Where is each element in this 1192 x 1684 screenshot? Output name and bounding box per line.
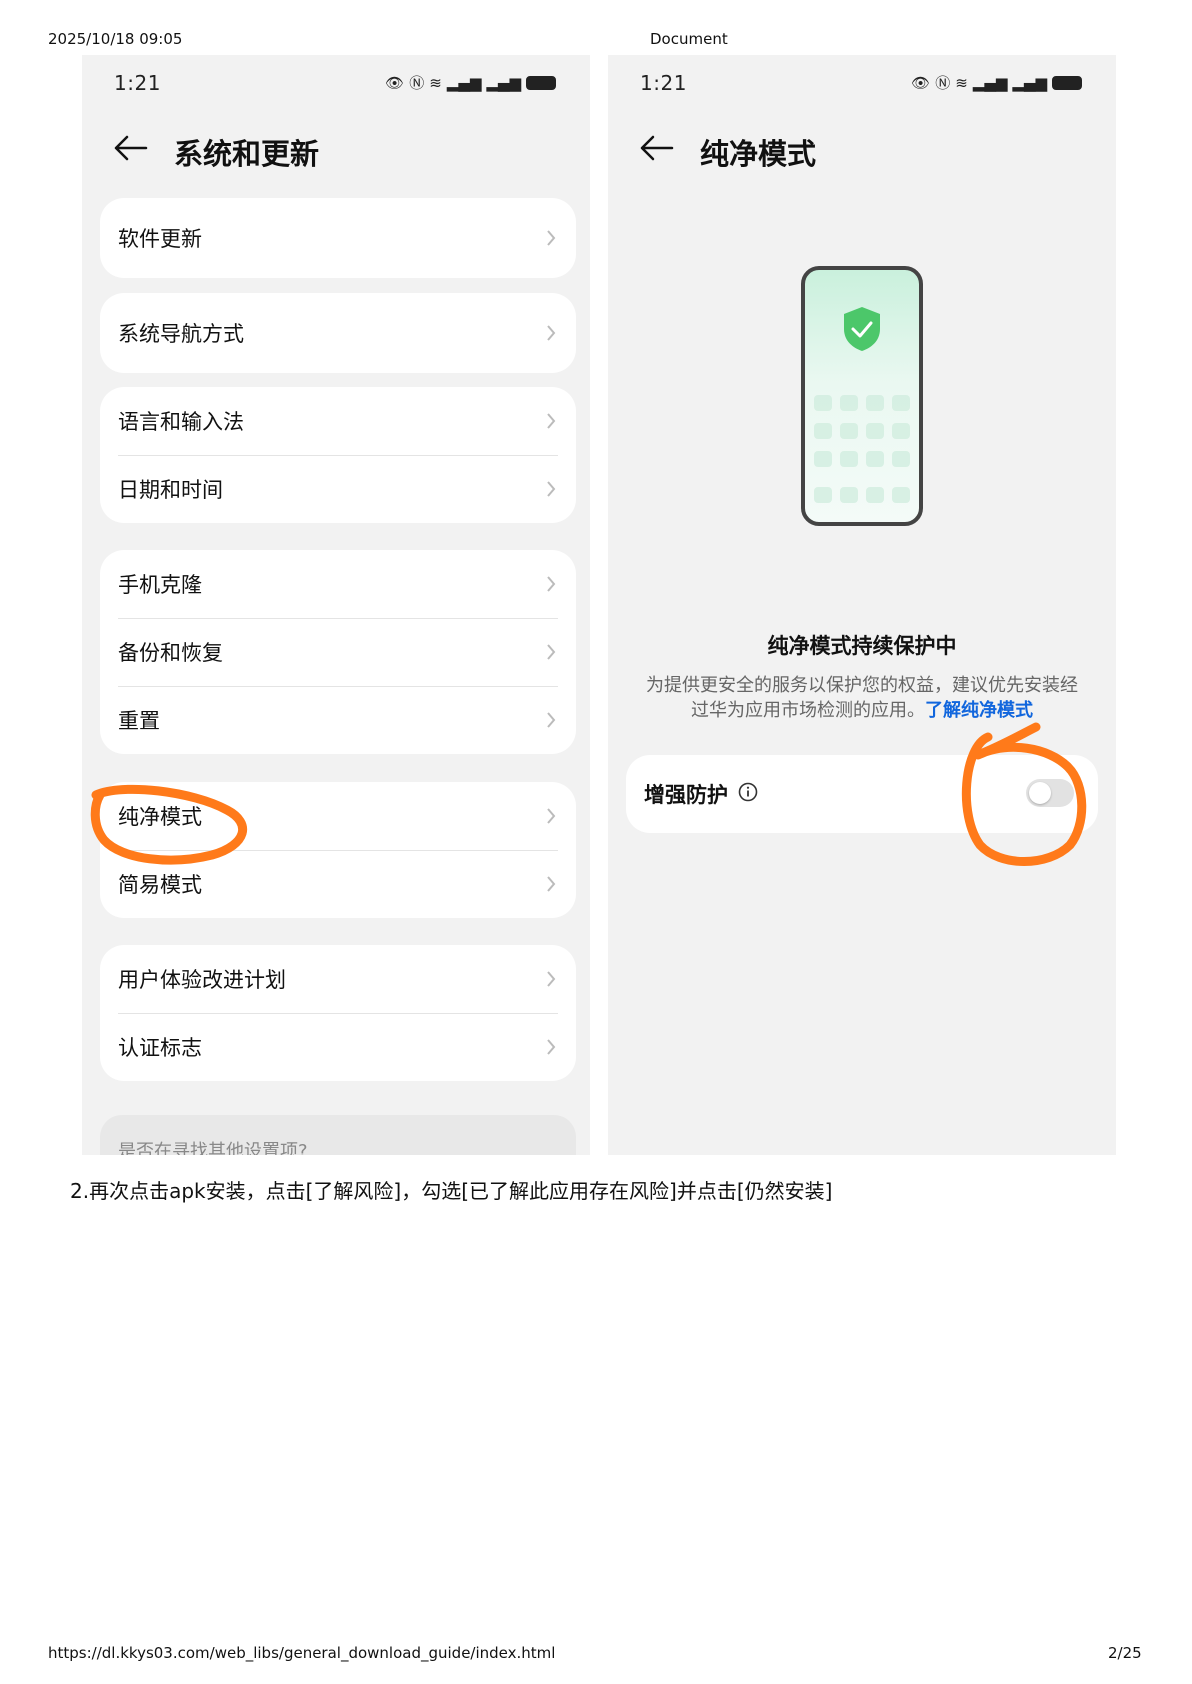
page-number: 2/25 xyxy=(1108,1644,1142,1662)
step-instruction: 2.再次点击apk安装，点击[了解风险]，勾选[已了解此应用存在风险]并点击[仍… xyxy=(70,1179,833,1203)
print-datetime: 2025/10/18 09:05 xyxy=(48,30,183,48)
document-title: Document xyxy=(650,30,728,48)
settings-screenshot: 1:21 👁 Ⓝ ≋ ▂▄▆ ▂▄▆ 系统和更新 软件更新 系统导航方式 语言和… xyxy=(82,55,590,1155)
page-url: https://dl.kkys03.com/web_libs/general_d… xyxy=(48,1644,556,1662)
annotation-circle xyxy=(90,784,248,865)
annotation-circle xyxy=(961,722,1087,866)
pure-mode-screenshot: 1:21 👁 Ⓝ ≋ ▂▄▆ ▂▄▆ 纯净模式 纯净模式持续保护中 为提供更安全… xyxy=(608,55,1116,1155)
